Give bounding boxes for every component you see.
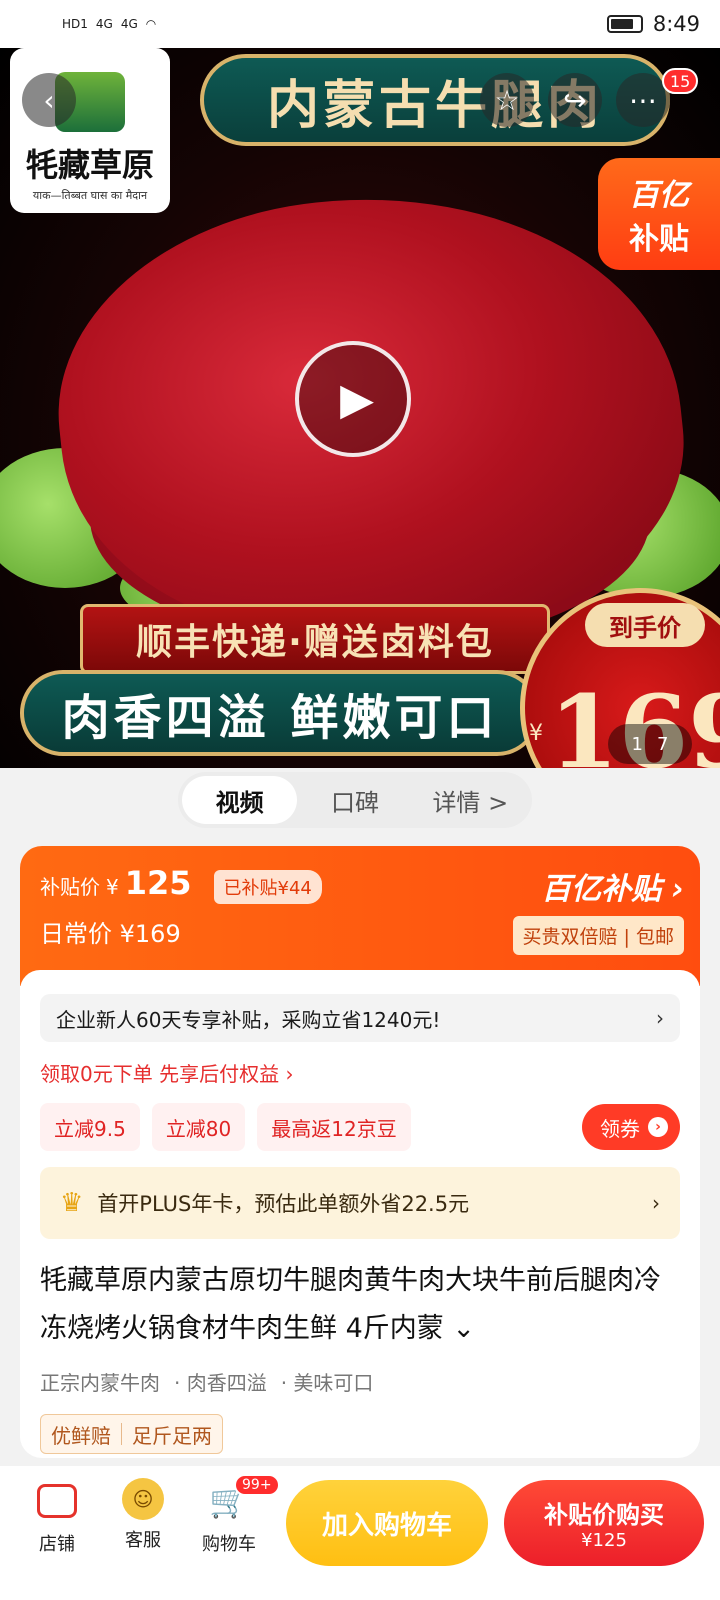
enterprise-subsidy-notice[interactable]: 企业新人60天专享补贴，采购立省1240元! › [40,994,680,1042]
subsidy-corner-badge: 百亿 补贴 [598,158,720,270]
service-guarantees[interactable]: 优鲜赔 足斤足两 [40,1414,223,1454]
plus-membership-banner[interactable]: ♛ 首开PLUS年卡，预估此单额外省22.5元 › [40,1167,680,1239]
star-icon: ☆ [494,83,520,117]
guarantee-fresh: 优鲜赔 [51,1423,111,1448]
product-tag: · 美味可口 [280,1371,374,1395]
back-arrow-icon: ‹ [43,83,55,117]
subsidy-price-band: 补贴价 ¥ 125 已补贴¥44 日常价 ¥169 百亿补贴 › 买贵双倍赔 |… [20,846,700,986]
battery-icon [606,15,643,33]
share-button[interactable]: ↪ [548,73,602,127]
promo-tag[interactable]: 最高返12京豆 [257,1103,411,1151]
share-icon: ↪ [563,83,587,117]
chevron-right-icon: › [648,1117,668,1137]
guarantee-weight: 足斤足两 [132,1423,212,1448]
play-video-button[interactable]: ▶ [295,341,411,457]
content-tabs: 视频 口碑 详情 > [178,772,532,828]
hd-indicator: HD1 [62,17,88,31]
product-hero-media[interactable]: 内蒙古牛腿肉 牦藏草原 याक—तिब्बत घास का मैदान ‹ ☆ … [0,48,720,768]
product-tag: · 肉香四溢 [174,1371,267,1395]
more-icon: ⋯ [629,83,657,117]
product-info-card: 补贴价 ¥ 125 已补贴¥44 日常价 ¥169 百亿补贴 › 买贵双倍赔 |… [20,846,700,1458]
subsidized-amount-chip: 已补贴¥44 [213,870,322,904]
chevron-right-icon: › [656,1006,664,1030]
hero-ribbon-slogan: 肉香四溢 鲜嫩可口 [20,670,540,756]
bottom-action-bar: 店铺 ☺ 客服 🛒 99+ 购物车 加入购物车 补贴价购买 ¥125 [0,1466,720,1600]
clock: 8:49 [652,12,700,36]
service-icon: ☺ [122,1478,164,1520]
image-pager: 1 7 [608,724,692,764]
store-icon [37,1484,77,1518]
buy-with-subsidy-button[interactable]: 补贴价购买 ¥125 [504,1480,704,1566]
product-tags: 正宗内蒙牛肉 · 肉香四溢 · 美味可口 [40,1367,680,1396]
cart-count-badge: 99+ [234,1474,280,1496]
add-to-cart-button[interactable]: 加入购物车 [286,1480,488,1566]
product-tag: 正宗内蒙牛肉 [40,1371,160,1395]
brand-logo: 牦藏草原 याक—तिब्बत घास का मैदान [10,48,170,213]
wifi-icon: ◠ [145,17,157,31]
cart-button[interactable]: 🛒 99+ 购物车 [186,1474,280,1556]
tab-details[interactable]: 详情 > [413,776,528,824]
back-button[interactable]: ‹ [22,73,76,127]
product-title[interactable]: 牦藏草原内蒙古原切牛腿肉黄牛肉大块牛前后腿肉冷冻烧烤火锅食材牛肉生鲜 4斤内蒙 … [40,1257,680,1353]
promotion-row: 立减9.5 立减80 最高返12京豆 领券 › [40,1103,680,1151]
chevron-right-icon: › [652,1191,660,1215]
daily-price: ¥169 [119,920,181,948]
daily-price-label: 日常价 [40,920,112,948]
signal-icon: 4G [95,17,113,31]
currency-symbol: ¥ [106,875,119,899]
promo-tag[interactable]: 立减9.5 [40,1103,140,1151]
tab-reviews[interactable]: 口碑 [297,776,412,824]
subsidy-program-link[interactable]: 百亿补贴 › [513,864,684,908]
guarantee-pill[interactable]: 买贵双倍赔 | 包邮 [512,916,684,955]
customer-service-button[interactable]: ☺ 客服 [100,1478,186,1552]
signal-icon: 4G [120,17,138,31]
subsidy-price-label: 补贴价 [40,875,100,899]
hero-ribbon-shipping: 顺丰快递·赠送卤料包 [80,604,550,674]
tab-video[interactable]: 视频 [182,776,298,824]
status-bar: HD1 4G 4G ◠ 8:49 [0,0,720,48]
crown-icon: ♛ [60,1188,84,1218]
promo-tag[interactable]: 立减80 [151,1103,246,1151]
subsidy-price: 125 [124,864,192,902]
store-button[interactable]: 店铺 [14,1478,100,1556]
pay-later-link[interactable]: 领取0元下单 先享后付权益 › [40,1058,680,1087]
play-icon: ▶ [340,373,374,425]
favorite-button[interactable]: ☆ [480,73,534,127]
notification-badge: 15 [662,68,699,94]
get-coupon-button[interactable]: 领券 › [582,1104,680,1150]
